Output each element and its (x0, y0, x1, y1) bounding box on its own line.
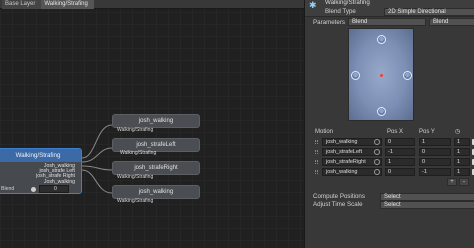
object-picker-icon[interactable] (374, 139, 380, 145)
blend-motion-point-down[interactable]: ◎ (377, 107, 386, 116)
blend-motion-point-up[interactable]: ◎ (377, 35, 386, 44)
motion-list-buttons: + - (447, 178, 469, 186)
compute-positions-dropdown[interactable]: Select (380, 193, 474, 201)
blend-value-field[interactable]: 0 (39, 185, 69, 193)
pos-y-field[interactable]: 0 (419, 158, 451, 166)
motion-clip-field[interactable]: josh_walking (322, 138, 382, 146)
clock-icon: ◷ (455, 129, 461, 135)
motion-column-header: Motion (315, 129, 334, 135)
motion-clip-field[interactable]: josh_strafeRight (322, 158, 382, 166)
state-node-sub: Walking/Strafing (117, 127, 154, 133)
animator-graph[interactable]: Base Layer Walking/Strafing josh_walking… (0, 0, 304, 248)
table-row: josh_walking 0 -1 1 (313, 167, 474, 177)
table-row: josh_strafeRight 1 0 1 (313, 157, 474, 167)
blend-tree-node[interactable]: Walking/Strafing Josh_walking josh_straf… (0, 148, 82, 194)
inspector-header: ✱ Walking/Strafing Blend Type 2D Simple … (305, 0, 474, 17)
speed-field[interactable]: 1 (454, 158, 470, 166)
pos-y-column-header: Pos Y (419, 129, 435, 135)
motion-table-header: Motion Pos X Pos Y ◷ (313, 128, 474, 136)
pos-y-field[interactable]: 0 (419, 148, 451, 156)
parameter-y-dropdown[interactable]: Blend (429, 18, 474, 26)
table-row: josh_walking 0 1 1 (313, 137, 474, 147)
blend-tree-motion-list: Josh_walking josh_strafe Left josh_straf… (36, 163, 75, 185)
blend-space-2d-view[interactable]: ◎ ◎ ◎ ◎ (348, 28, 414, 121)
drag-handle-icon[interactable] (315, 150, 318, 154)
blend-slider-knob[interactable] (31, 187, 36, 192)
inspector-title: Walking/Strafing (325, 0, 370, 6)
compute-positions-label: Compute Positions (313, 193, 365, 200)
inspector-panel: ✱ Walking/Strafing Blend Type 2D Simple … (304, 0, 474, 248)
state-node-josh-straferight[interactable]: josh_strafeRight (112, 161, 200, 175)
adjust-time-scale-dropdown[interactable]: Select (380, 201, 474, 209)
pos-y-field[interactable]: -1 (419, 168, 451, 176)
table-row: josh_strafeLeft -1 0 1 (313, 147, 474, 157)
blend-tree-title: Walking/Strafing (0, 149, 81, 162)
state-node-josh-walking-2[interactable]: josh_walking (112, 185, 200, 199)
blend-position-marker (380, 74, 383, 77)
state-node-sub: Walking/Strafing (117, 174, 154, 180)
state-node-josh-walking[interactable]: josh_walking (112, 114, 200, 128)
object-picker-icon[interactable] (374, 149, 380, 155)
pos-x-field[interactable]: 1 (385, 158, 415, 166)
add-motion-button[interactable]: + (447, 178, 457, 186)
drag-handle-icon[interactable] (315, 140, 318, 144)
pos-x-column-header: Pos X (387, 129, 404, 135)
parameter-x-dropdown[interactable]: Blend (348, 18, 426, 26)
blend-label: Blend (1, 186, 15, 192)
blend-motion-point-right[interactable]: ◎ (403, 71, 412, 80)
blend-type-label: Blend Type (325, 8, 356, 15)
blend-tree-icon: ✱ (309, 0, 317, 10)
parameters-label: Parameters (313, 19, 345, 26)
object-picker-icon[interactable] (374, 159, 380, 165)
motion-clip-field[interactable]: josh_strafeLeft (322, 148, 382, 156)
object-picker-icon[interactable] (374, 169, 380, 175)
adjust-time-scale-label: Adjust Time Scale (313, 201, 363, 208)
speed-field[interactable]: 1 (454, 168, 470, 176)
remove-motion-button[interactable]: - (459, 178, 469, 186)
pos-x-field[interactable]: 0 (385, 168, 415, 176)
blend-type-dropdown[interactable]: 2D Simple Directional (384, 8, 474, 16)
pos-x-field[interactable]: 0 (385, 138, 415, 146)
pos-y-field[interactable]: 1 (419, 138, 451, 146)
state-node-sub: Walking/Strafing (117, 198, 154, 204)
blend-parameter-row: Blend 0 (0, 185, 81, 193)
state-node-sub: Walking/Strafing (120, 150, 157, 156)
drag-handle-icon[interactable] (315, 160, 318, 164)
speed-field[interactable]: 1 (454, 148, 470, 156)
pos-x-field[interactable]: -1 (385, 148, 415, 156)
motion-clip-field[interactable]: josh_walking (322, 168, 382, 176)
blend-motion-point-left[interactable]: ◎ (351, 71, 360, 80)
drag-handle-icon[interactable] (315, 170, 318, 174)
speed-field[interactable]: 1 (454, 138, 470, 146)
